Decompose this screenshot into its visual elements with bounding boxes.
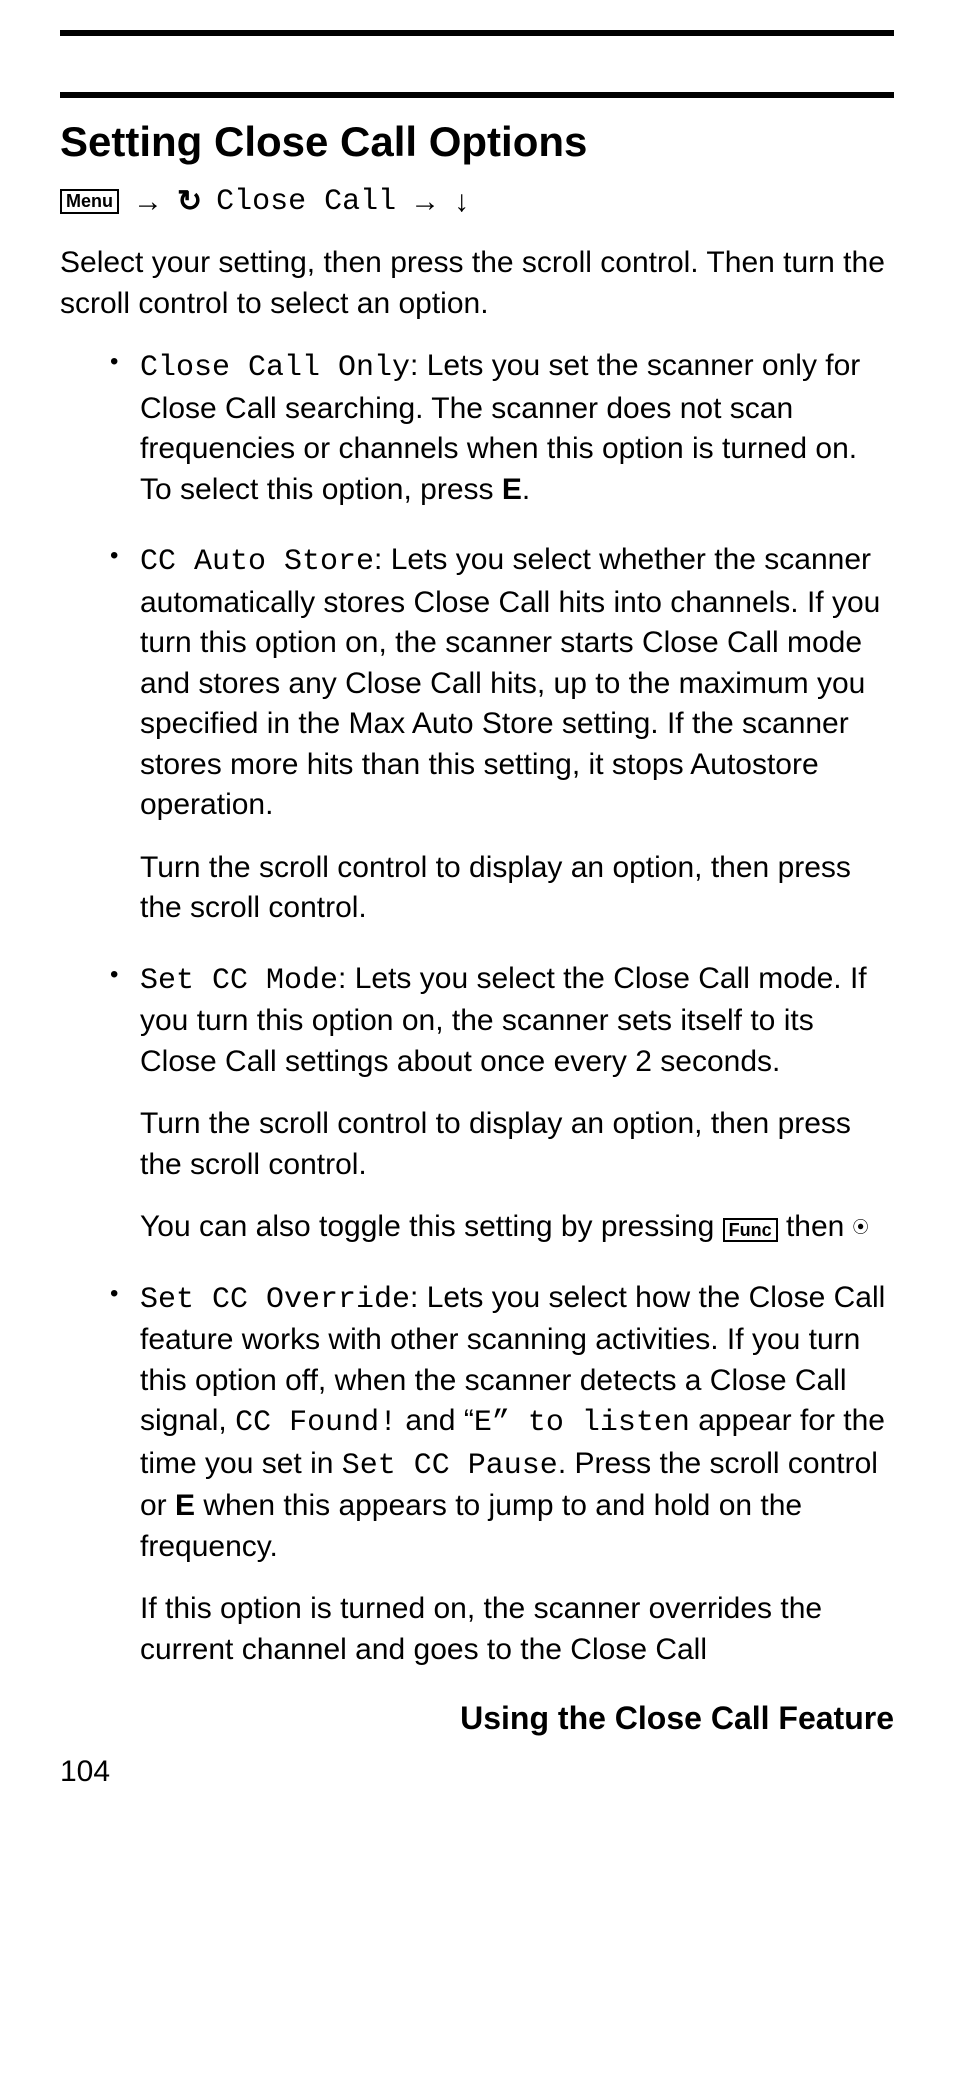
key-e: E: [175, 1489, 195, 1522]
func-keycap: Func: [723, 1218, 778, 1242]
e-listen-text: E” to listen: [474, 1406, 690, 1440]
text: You can also toggle this setting by pres…: [140, 1210, 723, 1243]
list-item: Close Call Only: Lets you set the scanne…: [110, 346, 894, 510]
option-label: CC Auto Store: [140, 545, 374, 579]
option-subtext: If this option is turned on, the scanner…: [140, 1589, 894, 1670]
option-label: Set CC Mode: [140, 964, 338, 998]
arrow-down-icon: ↓: [454, 185, 469, 219]
list-item: Set CC Override: Lets you select how the…: [110, 1278, 894, 1671]
option-subtext: Turn the scroll control to display an op…: [140, 1104, 894, 1185]
list-item: CC Auto Store: Lets you select whether t…: [110, 540, 894, 929]
set-cc-pause-text: Set CC Pause: [342, 1449, 558, 1483]
option-text: when this appears to jump to and hold on…: [140, 1489, 802, 1563]
section-heading: Setting Close Call Options: [60, 118, 894, 166]
option-text: : Lets you select whether the scanner au…: [140, 543, 880, 821]
nav-close-call: Close Call: [216, 185, 396, 219]
intro-text: Select your setting, then press the scro…: [60, 243, 894, 324]
key-e: E: [502, 473, 522, 506]
refresh-icon: ↻: [177, 184, 202, 219]
option-label: Set CC Override: [140, 1283, 410, 1317]
rule-gap: [60, 36, 894, 92]
options-list: Close Call Only: Lets you set the scanne…: [60, 346, 894, 1670]
top-rule-2: [60, 92, 894, 98]
cc-found-text: CC Found!: [235, 1406, 397, 1440]
option-text: and “: [397, 1404, 474, 1437]
nav-path: Menu → ↻ Close Call → ↓: [60, 184, 894, 219]
option-text: .: [522, 473, 530, 506]
footer-title: Using the Close Call Feature: [60, 1700, 894, 1737]
arrow-right-icon: →: [410, 185, 440, 219]
menu-keycap: Menu: [60, 189, 119, 215]
close-call-icon: ⦿: [853, 1219, 869, 1236]
arrow-right-icon: →: [133, 185, 163, 219]
list-item: Set CC Mode: Lets you select the Close C…: [110, 959, 894, 1248]
page-content: Setting Close Call Options Menu → ↻ Clos…: [0, 0, 954, 1829]
option-label: Close Call Only: [140, 351, 410, 385]
option-subtext: You can also toggle this setting by pres…: [140, 1207, 894, 1248]
page-number: 104: [60, 1755, 894, 1789]
option-subtext: Turn the scroll control to display an op…: [140, 848, 894, 929]
text: then: [778, 1210, 853, 1243]
